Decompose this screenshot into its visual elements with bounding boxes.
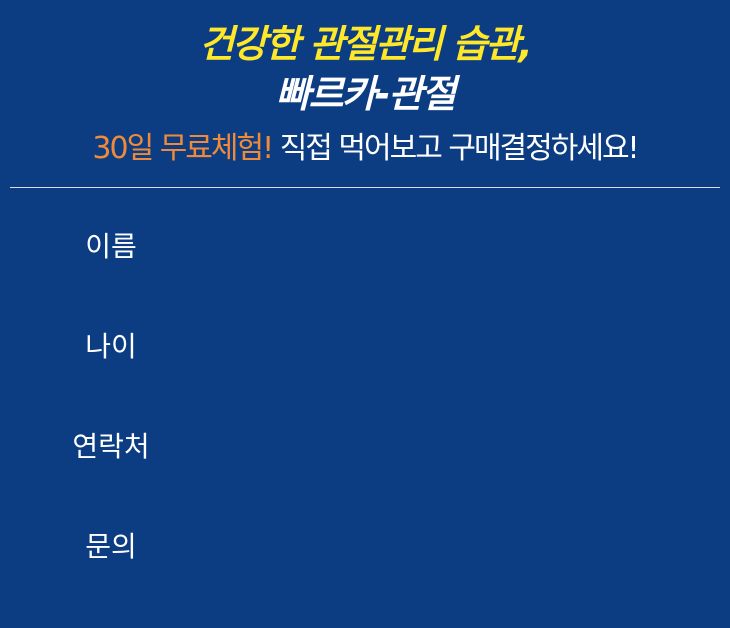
name-input[interactable]	[200, 227, 704, 269]
inquiry-label: 문의	[85, 530, 137, 563]
inquiry-input[interactable]	[200, 527, 704, 569]
age-input[interactable]	[200, 327, 704, 369]
subheadline-rest: 직접 먹어보고 구매결정하세요!	[279, 131, 640, 166]
form-row-phone: 연락처	[0, 427, 730, 487]
headline-line-1: 건강한 관절관리 습관,	[199, 22, 533, 66]
divider	[10, 187, 720, 188]
form-row-inquiry: 문의	[0, 527, 730, 587]
free-trial-text: 30일 무료체험!	[92, 131, 274, 166]
headline-line-2: 빠르카-관절	[275, 72, 457, 116]
age-label: 나이	[85, 330, 137, 363]
phone-input[interactable]	[200, 427, 704, 469]
name-label: 이름	[85, 230, 137, 263]
form-row-age: 나이	[0, 327, 730, 387]
subheadline: 30일 무료체험! 직접 먹어보고 구매결정하세요!	[0, 129, 730, 169]
phone-label: 연락처	[72, 430, 150, 463]
form-row-name: 이름	[0, 227, 730, 287]
